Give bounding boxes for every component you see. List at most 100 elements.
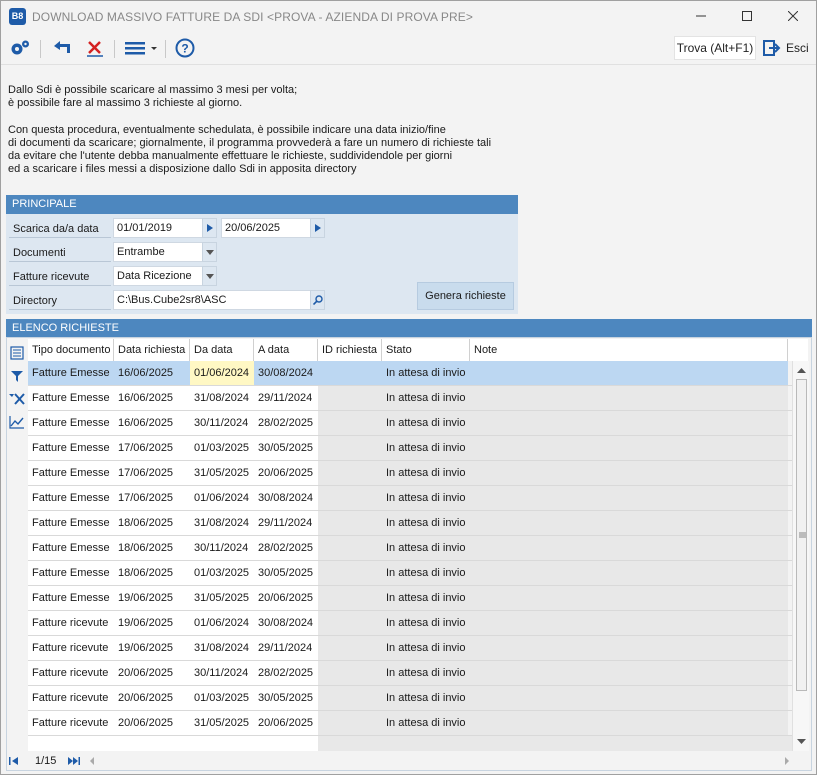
- date-from-field[interactable]: 01/01/2019: [113, 218, 203, 238]
- table-cell-da-data[interactable]: 01/03/2025: [190, 561, 254, 585]
- column-header-id-richiesta[interactable]: ID richiesta: [318, 339, 382, 361]
- table-cell-data-richiesta[interactable]: 20/06/2025: [114, 711, 190, 735]
- table-cell-id-richiesta[interactable]: [318, 436, 382, 460]
- table-cell-note[interactable]: [470, 661, 788, 685]
- undo-button[interactable]: [49, 36, 75, 60]
- first-page-icon[interactable]: [7, 756, 21, 766]
- table-cell-tipo-documento[interactable]: Fatture Emesse: [28, 486, 114, 510]
- table-cell-id-richiesta[interactable]: [318, 511, 382, 535]
- table-cell-a-data[interactable]: 28/02/2025: [254, 661, 318, 685]
- menu-button[interactable]: [122, 36, 160, 60]
- table-cell-tipo-documento[interactable]: Fatture Emesse: [28, 411, 114, 435]
- table-cell-tipo-documento[interactable]: Fatture Emesse: [28, 586, 114, 610]
- column-header-note[interactable]: Note: [470, 339, 788, 361]
- table-cell-da-data[interactable]: 31/05/2025: [190, 461, 254, 485]
- table-row[interactable]: Fatture Emesse 16/06/2025 31/08/2024 29/11/…: [28, 386, 792, 411]
- column-header-a-data[interactable]: A data: [254, 339, 318, 361]
- documents-dropdown-button[interactable]: [202, 242, 217, 262]
- table-cell-id-richiesta[interactable]: [318, 361, 382, 385]
- table-cell-data-richiesta[interactable]: 18/06/2025: [114, 536, 190, 560]
- received-select[interactable]: Data Ricezione: [113, 266, 203, 286]
- cancel-button[interactable]: [82, 36, 108, 60]
- table-cell-data-richiesta[interactable]: 17/06/2025: [114, 436, 190, 460]
- table-cell-tipo-documento[interactable]: Fatture Emesse: [28, 536, 114, 560]
- table-row[interactable]: Fatture ricevute 20/06/2025 30/11/2024 28/0…: [28, 661, 792, 686]
- table-cell-da-data[interactable]: 30/11/2024: [190, 411, 254, 435]
- table-cell-stato[interactable]: In attesa di invio: [382, 536, 470, 560]
- column-header-tipo-documento[interactable]: Tipo documento: [28, 339, 114, 361]
- minimize-button[interactable]: [678, 1, 724, 31]
- documents-select[interactable]: Entrambe: [113, 242, 203, 262]
- received-dropdown-button[interactable]: [202, 266, 217, 286]
- table-cell-note[interactable]: [470, 436, 788, 460]
- table-cell-tipo-documento[interactable]: Fatture Emesse: [28, 511, 114, 535]
- table-cell-note[interactable]: [470, 686, 788, 710]
- table-cell-da-data[interactable]: 01/06/2024: [190, 486, 254, 510]
- table-cell-a-data[interactable]: 29/11/2024: [254, 511, 318, 535]
- table-row[interactable]: Fatture Emesse 18/06/2025 31/08/2024 29/11/…: [28, 511, 792, 536]
- table-cell-da-data[interactable]: 31/05/2025: [190, 586, 254, 610]
- filter-button[interactable]: [6, 364, 28, 387]
- table-cell-data-richiesta[interactable]: 16/06/2025: [114, 361, 190, 385]
- table-row[interactable]: Fatture Emesse 17/06/2025 01/06/2024 30/08/…: [28, 486, 792, 511]
- table-cell-a-data[interactable]: 20/06/2025: [254, 586, 318, 610]
- table-cell-da-data[interactable]: 31/05/2025: [190, 711, 254, 735]
- table-cell-id-richiesta[interactable]: [318, 686, 382, 710]
- chart-button[interactable]: [6, 410, 28, 433]
- table-row[interactable]: Fatture ricevute 20/06/2025 01/03/2025 30/0…: [28, 686, 792, 711]
- table-cell-stato[interactable]: In attesa di invio: [382, 461, 470, 485]
- table-cell-data-richiesta[interactable]: 19/06/2025: [114, 586, 190, 610]
- table-cell-a-data[interactable]: 20/06/2025: [254, 711, 318, 735]
- exit-button[interactable]: Esci: [762, 36, 810, 60]
- table-cell-note[interactable]: [470, 586, 788, 610]
- table-cell-tipo-documento[interactable]: Fatture Emesse: [28, 436, 114, 460]
- table-cell-da-data[interactable]: 30/11/2024: [190, 536, 254, 560]
- table-cell-stato[interactable]: In attesa di invio: [382, 561, 470, 585]
- table-cell-stato[interactable]: In attesa di invio: [382, 686, 470, 710]
- table-cell-note[interactable]: [470, 561, 788, 585]
- table-cell-note[interactable]: [470, 411, 788, 435]
- table-cell-a-data[interactable]: 29/11/2024: [254, 386, 318, 410]
- table-cell-da-data[interactable]: 01/06/2024: [190, 361, 254, 385]
- help-button[interactable]: ?: [172, 36, 198, 60]
- table-cell-id-richiesta[interactable]: [318, 386, 382, 410]
- date-to-field[interactable]: 20/06/2025: [221, 218, 311, 238]
- table-cell-data-richiesta[interactable]: 18/06/2025: [114, 561, 190, 585]
- table-cell-note[interactable]: [470, 536, 788, 560]
- table-cell-id-richiesta[interactable]: [318, 611, 382, 635]
- table-row[interactable]: Fatture ricevute 19/06/2025 31/08/2024 29/1…: [28, 636, 792, 661]
- table-cell-da-data[interactable]: 31/08/2024: [190, 386, 254, 410]
- generate-requests-button[interactable]: Genera richieste: [417, 282, 514, 310]
- table-cell-id-richiesta[interactable]: [318, 636, 382, 660]
- column-header-da-data[interactable]: Da data: [190, 339, 254, 361]
- table-cell-tipo-documento[interactable]: Fatture Emesse: [28, 386, 114, 410]
- table-cell-data-richiesta[interactable]: 20/06/2025: [114, 661, 190, 685]
- table-cell-note[interactable]: [470, 361, 788, 385]
- find-button[interactable]: Trova (Alt+F1): [674, 36, 756, 60]
- table-cell-tipo-documento[interactable]: Fatture ricevute: [28, 686, 114, 710]
- table-cell-id-richiesta[interactable]: [318, 536, 382, 560]
- table-cell-a-data[interactable]: 30/08/2024: [254, 611, 318, 635]
- table-cell-a-data[interactable]: 28/02/2025: [254, 411, 318, 435]
- clear-filter-button[interactable]: [6, 387, 28, 410]
- table-cell-tipo-documento[interactable]: Fatture Emesse: [28, 561, 114, 585]
- table-cell-da-data[interactable]: 31/08/2024: [190, 636, 254, 660]
- table-cell-a-data[interactable]: 28/02/2025: [254, 536, 318, 560]
- table-cell-tipo-documento[interactable]: Fatture ricevute: [28, 661, 114, 685]
- directory-browse-button[interactable]: [310, 290, 325, 310]
- table-cell-tipo-documento[interactable]: Fatture ricevute: [28, 611, 114, 635]
- table-row[interactable]: Fatture Emesse 16/06/2025 30/11/2024 28/02/…: [28, 411, 792, 436]
- table-cell-note[interactable]: [470, 611, 788, 635]
- table-row[interactable]: Fatture ricevute 19/06/2025 01/06/2024 30/0…: [28, 611, 792, 636]
- table-cell-stato[interactable]: In attesa di invio: [382, 361, 470, 385]
- table-cell-note[interactable]: [470, 461, 788, 485]
- table-cell-stato[interactable]: In attesa di invio: [382, 486, 470, 510]
- table-cell-data-richiesta[interactable]: 16/06/2025: [114, 386, 190, 410]
- table-cell-id-richiesta[interactable]: [318, 461, 382, 485]
- table-cell-a-data[interactable]: 20/06/2025: [254, 461, 318, 485]
- table-row[interactable]: Fatture Emesse 18/06/2025 30/11/2024 28/02/…: [28, 536, 792, 561]
- table-row[interactable]: Fatture Emesse 19/06/2025 31/05/2025 20/06/…: [28, 586, 792, 611]
- table-cell-a-data[interactable]: 29/11/2024: [254, 636, 318, 660]
- table-cell-stato[interactable]: In attesa di invio: [382, 436, 470, 460]
- table-cell-da-data[interactable]: 30/11/2024: [190, 661, 254, 685]
